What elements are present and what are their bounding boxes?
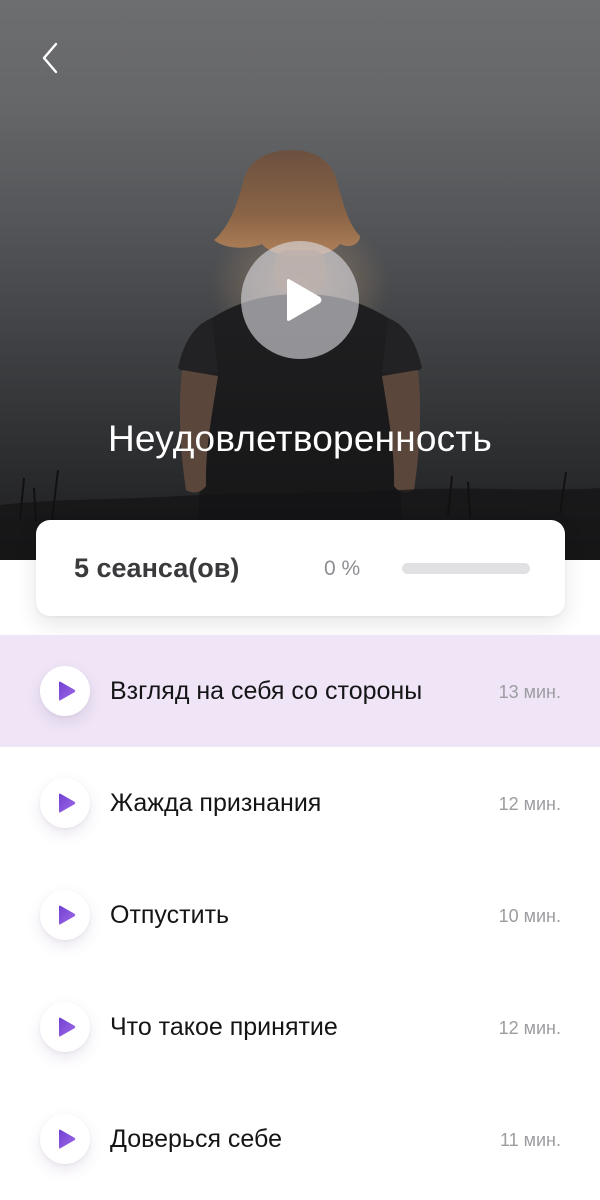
back-button[interactable] xyxy=(28,36,72,80)
session-play-button[interactable] xyxy=(40,666,90,716)
session-play-button[interactable] xyxy=(40,778,90,828)
session-title: Отпустить xyxy=(110,901,230,929)
session-title: Взгляд на себя со стороны xyxy=(110,677,423,705)
play-icon xyxy=(58,681,75,701)
play-icon xyxy=(58,1129,75,1149)
play-icon xyxy=(287,279,322,321)
sessions-count: 5 сеанса(ов) xyxy=(74,553,240,583)
play-icon xyxy=(58,793,75,813)
session-duration: 10 мин. xyxy=(498,906,561,926)
play-icon xyxy=(58,905,75,925)
progress-percent: 0 % xyxy=(324,557,361,580)
session-duration: 13 мин. xyxy=(498,682,561,702)
screen: Неудовлетворенность 5 сеанса(ов) 0 % Взг… xyxy=(0,0,600,1200)
session-duration: 11 мин. xyxy=(499,1130,561,1150)
session-play-button[interactable] xyxy=(40,1002,90,1052)
session-row[interactable]: Жажда признания 12 мин. xyxy=(0,747,600,859)
session-title: Что такое принятие xyxy=(110,1013,338,1041)
session-title: Жажда признания xyxy=(110,789,322,817)
chevron-left-icon xyxy=(42,42,58,74)
session-list: Взгляд на себя со стороны 13 мин. Жажда пр… xyxy=(0,635,600,1195)
hero-banner: Неудовлетворенность xyxy=(0,0,600,560)
session-row[interactable]: Отпустить 10 мин. xyxy=(0,859,600,971)
play-icon xyxy=(58,1017,75,1037)
session-duration: 12 мин. xyxy=(498,794,561,814)
session-duration: 12 мин. xyxy=(498,1018,561,1038)
page-title: Неудовлетворенность xyxy=(108,418,492,459)
progress-bar xyxy=(402,563,530,574)
course-summary-card: 5 сеанса(ов) 0 % xyxy=(36,520,565,616)
session-row[interactable]: Взгляд на себя со стороны 13 мин. xyxy=(0,635,600,747)
session-play-button[interactable] xyxy=(40,890,90,940)
session-title: Доверься себе xyxy=(110,1125,282,1153)
session-row[interactable]: Доверься себе 11 мин. xyxy=(0,1083,600,1195)
session-play-button[interactable] xyxy=(40,1114,90,1164)
play-all-button[interactable] xyxy=(241,241,359,359)
session-row[interactable]: Что такое принятие 12 мин. xyxy=(0,971,600,1083)
